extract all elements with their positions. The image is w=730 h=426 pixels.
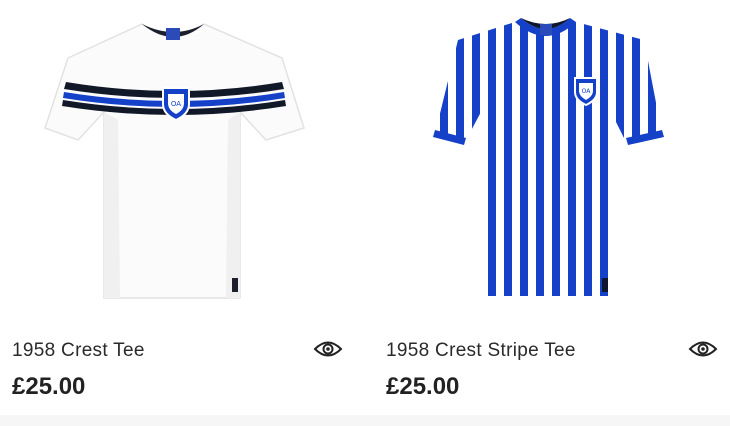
product-card[interactable]: OA 1958 Crest Stripe Tee £25.00 (370, 0, 730, 426)
quick-view-eye-icon[interactable] (313, 337, 343, 361)
svg-text:OA: OA (171, 100, 181, 108)
white-tee-image: OA (44, 23, 305, 299)
quick-view-eye-icon[interactable] (688, 337, 718, 361)
product-card[interactable]: OA 1958 Crest Tee £25.00 (0, 0, 362, 426)
product-price: £25.00 (386, 373, 460, 400)
product-title[interactable]: 1958 Crest Tee (12, 340, 145, 362)
svg-text:OA: OA (582, 88, 592, 95)
product-image-stripe-tee[interactable]: OA (370, 0, 730, 318)
page-divider (0, 415, 730, 426)
product-title[interactable]: 1958 Crest Stripe Tee (386, 340, 576, 362)
stripe-tee-image: OA (433, 18, 664, 296)
product-image-white-tee[interactable]: OA (0, 0, 362, 318)
product-price: £25.00 (12, 373, 86, 400)
